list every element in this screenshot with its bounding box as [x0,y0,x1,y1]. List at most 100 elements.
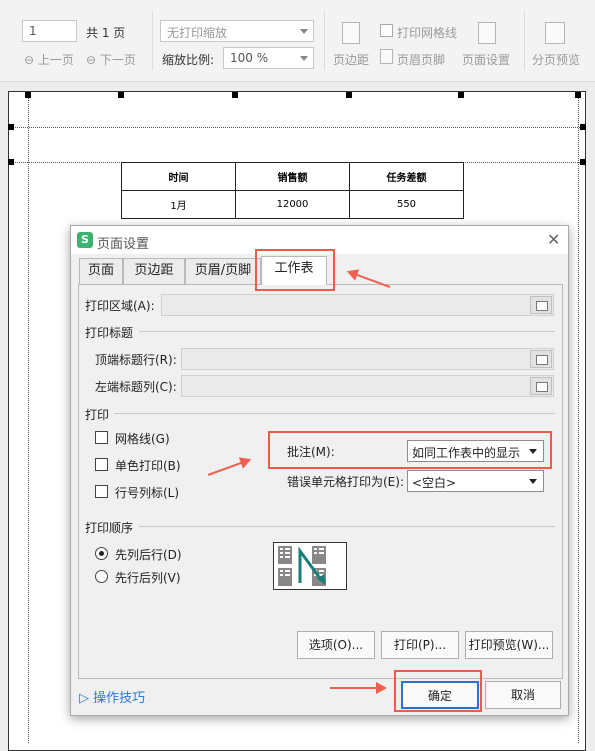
tab-header-footer[interactable]: 页眉/页脚 [185,258,261,284]
top-rows-label: 顶端标题行(R): [95,353,177,367]
tips-link[interactable]: ▷ 操作技巧 [79,687,145,706]
gridlines-label: 网格线(G) [115,432,170,446]
print-grid-checkbox[interactable] [380,24,393,37]
zoom-select[interactable]: 100 % [223,47,314,69]
margin-handle[interactable] [8,159,14,165]
pointer-arrow-icon [330,682,387,694]
print-label: 打印(P)... [393,638,447,652]
down-then-over-label: 先列后行(D) [115,548,182,562]
page-setup-dialog: S 页面设置 ✕ 页面 页边距 页眉/页脚 打印区域(A): 打印标题 顶端标题… [70,225,569,716]
header-footer-button[interactable]: 页眉页脚 [397,51,445,68]
margin-handle[interactable] [25,92,31,98]
options-label: 选项(O)... [308,638,364,652]
print-preview-toolbar: 1 共 1 页 ⊖ 上一页 ⊖ 下一页 无打印缩放 缩放比例: 100 % 页边… [0,0,595,82]
table-header-row: 时间 销售额 任务差额 [121,162,464,191]
range-picker-icon[interactable] [530,296,552,314]
tab-page[interactable]: 页面 [79,258,123,284]
print-preview-button[interactable]: 打印预览(W)... [465,631,553,659]
header-cell: 时间 [121,162,236,191]
options-button[interactable]: 选项(O)... [297,631,375,659]
margin-handle[interactable] [346,92,352,98]
print-grid-label: 打印网格线 [397,26,458,40]
prev-page-label: 上一页 [37,53,74,67]
table-cell: 1月 [121,190,236,219]
next-arrow-icon: ⊖ [86,53,100,67]
row-col-headers-label: 行号列标(L) [115,486,180,500]
table-row: 1月 12000 550 [121,190,464,219]
dialog-title: 页面设置 [97,237,150,252]
tab-label: 页眉/页脚 [194,263,252,278]
range-picker-icon[interactable] [530,377,552,395]
over-then-down-label: 先行后列(V) [115,571,181,585]
margin-handle[interactable] [458,92,464,98]
prev-page-button[interactable]: ⊖ 上一页 [24,51,74,68]
margin-handle[interactable] [575,92,581,98]
next-page-button[interactable]: ⊖ 下一页 [86,51,136,68]
margin-handle[interactable] [580,124,586,130]
print-preview-label: 打印预览(W)... [468,638,550,652]
tips-label: 操作技巧 [93,691,146,706]
ok-button-highlight [394,670,482,712]
table-cell: 550 [349,190,464,219]
close-icon[interactable]: ✕ [547,230,560,249]
zoom-label: 缩放比例: [162,53,215,67]
table-cell: 12000 [235,190,350,219]
row-col-headers-checkbox[interactable] [95,485,108,498]
page-setup-button[interactable]: 页面设置 [462,51,510,68]
left-cols-label: 左端标题列(C): [95,380,177,394]
page-break-preview-icon [545,22,565,44]
sheet-tab-highlight [255,249,335,291]
margin-handle[interactable] [580,159,586,165]
tab-margins[interactable]: 页边距 [123,258,185,284]
margins-button[interactable]: 页边距 [333,51,369,68]
errors-select[interactable]: <空白> [407,470,544,492]
header-cell: 销售额 [235,162,350,191]
scale-mode-select[interactable]: 无打印缩放 [160,20,314,42]
print-button[interactable]: 打印(P)... [381,631,459,659]
margin-handle[interactable] [232,92,238,98]
tab-label: 页面 [87,263,114,278]
chevron-down-icon [300,56,308,61]
page-number-value: 1 [29,24,37,38]
over-then-down-radio[interactable] [95,570,108,583]
header-footer-icon [380,49,393,64]
group-divider [139,526,555,527]
left-margin-guide [28,91,29,743]
cancel-button[interactable]: 取消 [485,681,561,709]
comments-highlight [268,431,552,469]
print-area-label: 打印区域(A): [85,299,155,313]
zoom-value: 100 % [230,51,269,65]
margin-handle[interactable] [8,124,14,130]
print-order-diagram [273,542,347,590]
toolbar-divider [152,12,153,70]
print-area-input[interactable] [161,294,554,316]
print-titles-group-label: 打印标题 [85,326,134,340]
chevron-down-icon [529,479,537,484]
right-margin-guide [578,91,579,743]
left-cols-input[interactable] [181,375,554,397]
print-group-label: 打印 [85,408,110,422]
prev-arrow-icon: ⊖ [24,53,38,67]
header-cell: 任务差额 [349,162,464,191]
cancel-label: 取消 [510,688,535,702]
gridlines-checkbox[interactable] [95,431,108,444]
next-page-label: 下一页 [99,53,136,67]
order-group-label: 打印顺序 [85,521,134,535]
margin-handle[interactable] [118,92,124,98]
mono-checkbox[interactable] [95,458,108,471]
down-then-over-radio[interactable] [95,547,108,560]
sheet-tab-panel: 打印区域(A): 打印标题 顶端标题行(R): 左端标题列(C): 打印 网格线… [78,284,563,679]
chevron-down-icon [300,29,308,34]
play-icon: ▷ [79,691,94,706]
group-divider [139,331,555,332]
print-order-arrow-icon [278,546,326,586]
top-rows-input[interactable] [181,348,554,370]
top-margin-guide [8,127,586,128]
scale-mode-value: 无打印缩放 [167,26,228,40]
margins-icon [342,22,360,44]
tab-label: 页边距 [134,263,174,278]
page-number-input[interactable]: 1 [22,20,77,42]
page-break-preview-button[interactable]: 分页预览 [532,51,580,68]
range-picker-icon[interactable] [530,350,552,368]
toolbar-divider [524,12,525,70]
